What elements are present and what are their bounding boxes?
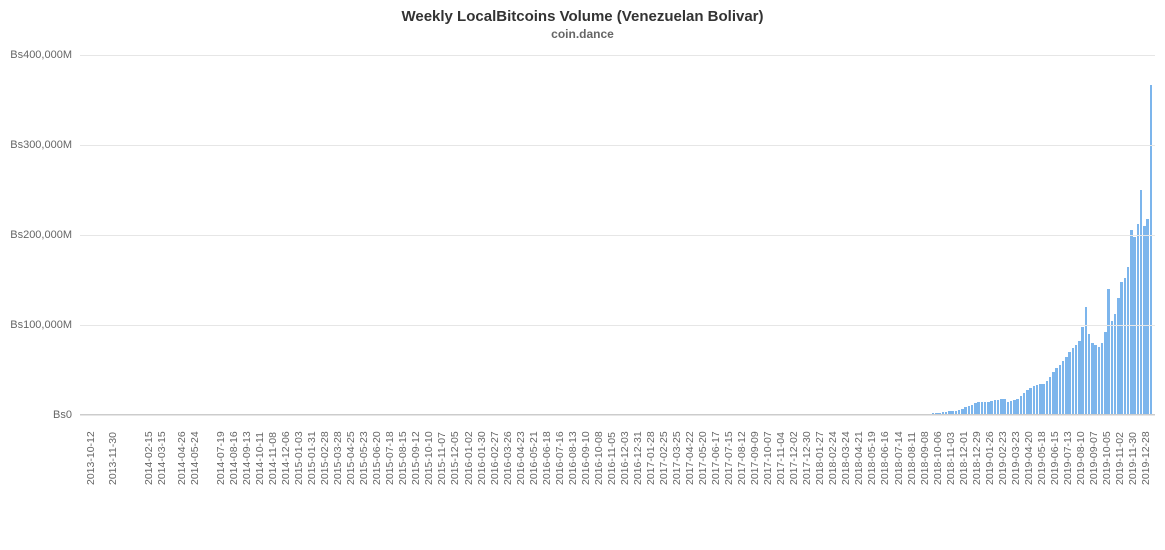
x-tick-label: 2015-04-25: [345, 431, 357, 485]
x-tick-label: 2015-03-28: [332, 431, 344, 485]
x-tick-label: 2019-09-07: [1088, 431, 1100, 485]
y-tick-label: Bs200,000M: [10, 229, 80, 241]
x-tick-label: 2018-04-21: [853, 431, 865, 485]
x-tick-label: 2017-01-28: [645, 431, 657, 485]
y-tick-label: Bs0: [53, 409, 80, 421]
x-tick-label: 2016-05-21: [528, 431, 540, 485]
x-tick-label: 2018-02-24: [827, 431, 839, 485]
y-gridline: [80, 55, 1155, 56]
y-tick-label: Bs400,000M: [10, 49, 80, 61]
y-gridline: [80, 145, 1155, 146]
x-tick-label: 2019-11-02: [1114, 432, 1126, 485]
x-tick-label: 2018-05-19: [866, 431, 878, 485]
x-tick-label: 2017-09-09: [749, 431, 761, 485]
x-tick-label: 2015-09-12: [410, 431, 422, 485]
x-tick-label: 2014-03-15: [156, 431, 168, 485]
x-tick-label: 2015-12-05: [449, 431, 461, 485]
y-tick-label: Bs300,000M: [10, 139, 80, 151]
x-tick-label: 2018-08-11: [906, 432, 918, 485]
x-tick-label: 2018-03-24: [840, 431, 852, 485]
x-tick-label: 2016-01-02: [463, 431, 475, 485]
x-tick-label: 2019-11-30: [1127, 432, 1139, 485]
x-tick-label: 2017-08-12: [736, 431, 748, 485]
y-tick-label: Bs100,000M: [10, 319, 80, 331]
x-tick-label: 2014-10-11: [254, 432, 266, 485]
x-tick-label: 2018-06-16: [879, 431, 891, 485]
x-tick-label: 2014-04-26: [176, 431, 188, 485]
chart-subtitle: coin.dance: [0, 27, 1165, 41]
chart-titles: Weekly LocalBitcoins Volume (Venezuelan …: [0, 8, 1165, 41]
chart-title: Weekly LocalBitcoins Volume (Venezuelan …: [0, 8, 1165, 25]
x-tick-label: 2016-12-03: [619, 431, 631, 485]
plot-area: Bs0Bs100,000MBs200,000MBs300,000MBs400,0…: [80, 55, 1155, 415]
x-tick-label: 2017-05-20: [697, 431, 709, 485]
x-tick-label: 2016-07-16: [554, 431, 566, 485]
x-tick-label: 2017-03-25: [671, 431, 683, 485]
x-tick-label: 2015-01-03: [293, 431, 305, 485]
x-tick-label: 2014-09-13: [241, 431, 253, 485]
x-tick-label: 2018-12-01: [958, 431, 970, 485]
x-tick-label: 2016-06-18: [541, 431, 553, 485]
x-tick-label: 2016-03-26: [502, 431, 514, 485]
x-tick-label: 2014-11-08: [267, 432, 279, 485]
x-tick-label: 2014-12-06: [280, 431, 292, 485]
x-tick-label: 2016-10-08: [593, 431, 605, 485]
x-tick-label: 2019-04-20: [1023, 431, 1035, 485]
x-tick-label: 2019-10-05: [1101, 431, 1113, 485]
x-tick-label: 2016-09-10: [580, 431, 592, 485]
x-tick-label: 2017-11-04: [775, 432, 787, 485]
x-tick-label: 2018-01-27: [814, 431, 826, 485]
x-tick-label: 2019-02-23: [997, 431, 1009, 485]
x-tick-label: 2017-12-30: [801, 431, 813, 485]
x-tick-label: 2016-11-05: [606, 432, 618, 485]
x-tick-label: 2016-04-23: [515, 431, 527, 485]
x-tick-label: 2015-07-18: [384, 431, 396, 485]
x-tick-label: 2019-07-13: [1062, 431, 1074, 485]
x-tick-label: 2016-12-31: [632, 431, 644, 485]
x-tick-label: 2016-08-13: [567, 431, 579, 485]
x-tick-label: 2017-02-25: [658, 431, 670, 485]
x-tick-label: 2015-10-10: [423, 431, 435, 485]
x-tick-label: 2015-08-15: [397, 431, 409, 485]
x-tick-label: 2019-03-23: [1010, 431, 1022, 485]
x-tick-label: 2015-11-07: [436, 432, 448, 485]
x-tick-label: 2018-11-03: [945, 432, 957, 485]
x-tick-label: 2017-04-22: [684, 431, 696, 485]
x-tick-label: 2019-08-10: [1075, 431, 1087, 485]
x-tick-label: 2015-01-31: [306, 431, 318, 485]
x-tick-label: 2019-12-28: [1140, 431, 1152, 485]
x-tick-label: 2014-07-19: [215, 431, 227, 485]
x-tick-label: 2015-05-23: [358, 431, 370, 485]
x-tick-label: 2019-06-15: [1049, 431, 1061, 485]
x-tick-label: 2018-12-29: [971, 431, 983, 485]
y-gridline: [80, 325, 1155, 326]
x-tick-label: 2018-10-06: [932, 431, 944, 485]
x-tick-label: 2016-01-30: [476, 431, 488, 485]
x-tick-label: 2018-09-08: [919, 431, 931, 485]
x-axis: 2013-10-12 2013-11-30 2014-02-152014-03-15…: [80, 415, 1155, 540]
bar[interactable]: [1150, 85, 1152, 415]
x-tick-label: 2014-05-24: [189, 431, 201, 485]
y-gridline: [80, 235, 1155, 236]
x-tick-label: 2017-06-17: [710, 431, 722, 485]
x-tick-label: 2018-07-14: [893, 431, 905, 485]
x-tick-label: 2019-05-18: [1036, 431, 1048, 485]
x-tick-label: 2015-06-20: [371, 431, 383, 485]
x-tick-label: 2013-10-12: [85, 431, 97, 485]
x-tick-label: 2016-02-27: [489, 431, 501, 485]
x-tick-label: 2019-01-26: [984, 431, 996, 485]
x-tick-label: 2017-10-07: [762, 431, 774, 485]
chart-container: Weekly LocalBitcoins Volume (Venezuelan …: [0, 0, 1165, 550]
x-tick-label: 2014-02-15: [143, 431, 155, 485]
x-tick-label: 2014-08-16: [228, 431, 240, 485]
x-tick-label: 2013-11-30: [107, 432, 119, 485]
x-tick-label: 2017-07-15: [723, 431, 735, 485]
x-tick-label: 2017-12-02: [788, 431, 800, 485]
x-tick-label: 2015-02-28: [319, 431, 331, 485]
